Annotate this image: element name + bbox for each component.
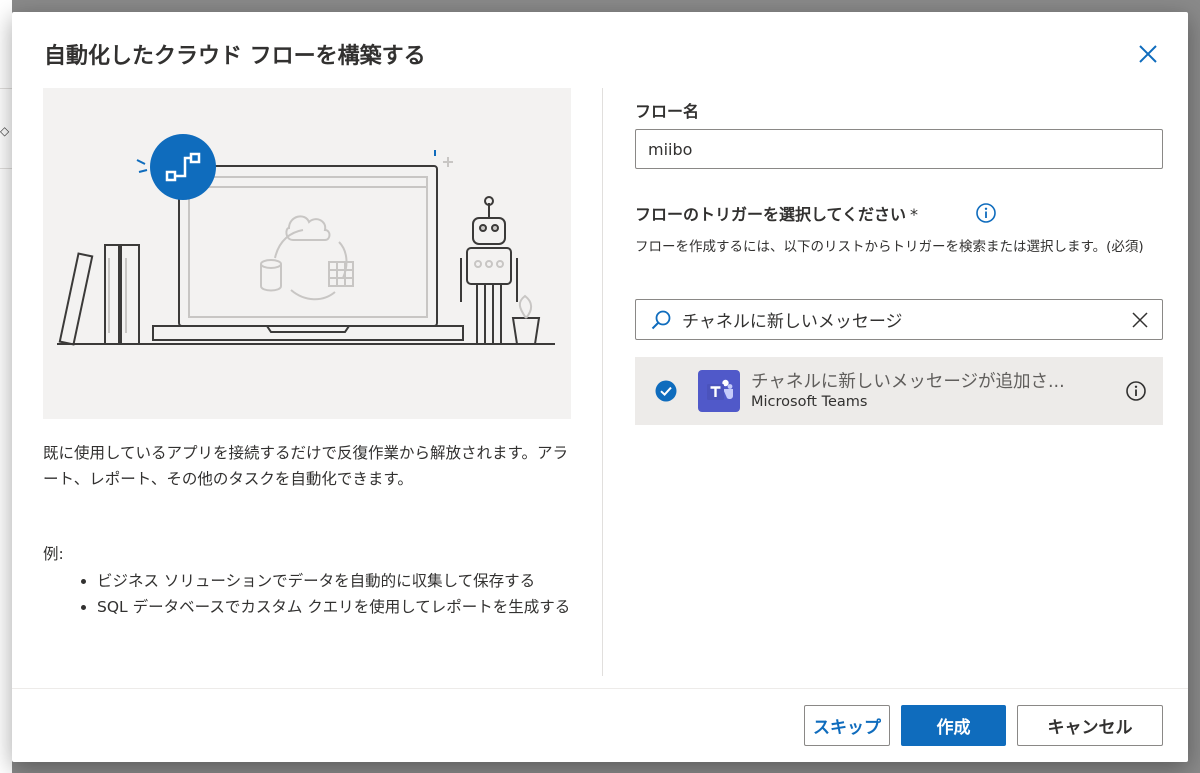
skip-button[interactable]: スキップ <box>804 705 890 746</box>
trigger-connector: Microsoft Teams <box>751 394 868 410</box>
selected-check-icon <box>655 380 677 402</box>
column-divider <box>602 88 603 676</box>
laptop-robot-illustration <box>57 134 555 346</box>
trigger-name: チャネルに新しいメッセージが追加さ... <box>751 372 1065 392</box>
trigger-label: フローのトリガーを選択してください * <box>635 201 918 225</box>
build-flow-dialog: 自動化したクラウド フローを構築する 既に使用しているアプリを接続するだけで反復… <box>12 12 1188 762</box>
examples-list: ビジネス ソリューションでデータを自動的に収集して保存する SQL データベース… <box>43 568 571 620</box>
create-button[interactable]: 作成 <box>901 705 1006 746</box>
flow-name-input[interactable] <box>635 129 1163 169</box>
trigger-label-text: フローのトリガーを選択してください <box>635 205 907 224</box>
background-page: ◇ <box>0 0 12 773</box>
cancel-button[interactable]: キャンセル <box>1017 705 1163 746</box>
trigger-option[interactable]: チャネルに新しいメッセージが追加さ... Microsoft Teams <box>635 357 1163 425</box>
example-item: ビジネス ソリューションでデータを自動的に収集して保存する <box>97 568 571 594</box>
search-icon <box>651 310 671 330</box>
trigger-info-button[interactable] <box>975 202 997 224</box>
diamond-icon: ◇ <box>0 124 10 138</box>
trigger-details-button[interactable] <box>1125 380 1147 402</box>
example-item: SQL データベースでカスタム クエリを使用してレポートを生成する <box>97 594 571 620</box>
microsoft-teams-icon <box>698 370 740 412</box>
dialog-title: 自動化したクラウド フローを構築する <box>44 44 426 69</box>
info-icon <box>1126 381 1146 401</box>
close-button[interactable] <box>1136 42 1160 66</box>
required-mark: * <box>910 205 919 224</box>
info-icon <box>976 203 996 223</box>
flow-name-label: フロー名 <box>635 102 700 121</box>
trigger-search-input[interactable] <box>682 300 1122 339</box>
clear-search-button[interactable] <box>1130 310 1150 330</box>
trigger-search-box <box>635 299 1163 340</box>
dialog-description: 既に使用しているアプリを接続するだけで反復作業から解放されます。アラート、レポー… <box>43 444 568 488</box>
close-icon <box>1139 45 1157 63</box>
clear-icon <box>1132 312 1148 328</box>
footer-divider <box>12 688 1188 689</box>
trigger-helper-text: フローを作成するには、以下のリストからトリガーを検索または選択します。(必須) <box>635 239 1144 255</box>
examples-label: 例: <box>43 545 64 563</box>
illustration-panel <box>43 88 571 419</box>
